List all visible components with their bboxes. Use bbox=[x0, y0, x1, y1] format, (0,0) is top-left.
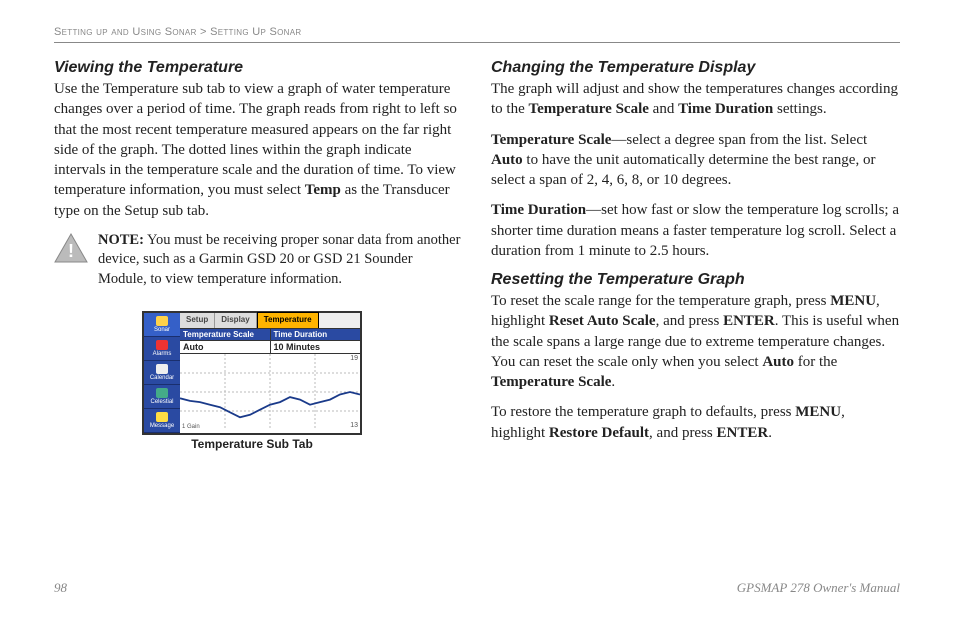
right-column: Changing the Temperature Display The gra… bbox=[491, 53, 900, 453]
para-time-duration: Time Duration—set how fast or slow the t… bbox=[491, 200, 900, 261]
heading-viewing-temp: Viewing the Temperature bbox=[54, 59, 463, 77]
field-temp-scale[interactable]: Temperature Scale Auto bbox=[180, 329, 271, 353]
heading-resetting-graph: Resetting the Temperature Graph bbox=[491, 271, 900, 289]
sidebar-item-message[interactable]: Message bbox=[144, 409, 180, 433]
para-restore-default: To restore the temperature graph to defa… bbox=[491, 402, 900, 443]
page-number: 98 bbox=[54, 580, 67, 596]
device-figure: Sonar Alarms Calendar Celestial Message … bbox=[142, 311, 463, 451]
temperature-graph: 19 13 1 Gain bbox=[180, 354, 360, 430]
svg-text:!: ! bbox=[68, 241, 74, 261]
device-tabs: Setup Display Temperature bbox=[180, 313, 360, 329]
tab-setup[interactable]: Setup bbox=[180, 313, 215, 328]
x-axis-label: 1 Gain bbox=[182, 424, 200, 430]
device-screenshot: Sonar Alarms Calendar Celestial Message … bbox=[142, 311, 362, 435]
sidebar-item-celestial[interactable]: Celestial bbox=[144, 385, 180, 409]
figure-caption: Temperature Sub Tab bbox=[142, 437, 362, 451]
note-block: ! NOTE: You must be receiving proper son… bbox=[54, 231, 463, 300]
device-sidebar: Sonar Alarms Calendar Celestial Message bbox=[144, 313, 180, 433]
manual-title: GPSMAP 278 Owner's Manual bbox=[737, 580, 900, 596]
para-viewing-temp: Use the Temperature sub tab to view a gr… bbox=[54, 79, 463, 221]
sidebar-item-sonar[interactable]: Sonar bbox=[144, 313, 180, 337]
left-column: Viewing the Temperature Use the Temperat… bbox=[54, 53, 463, 453]
note-text: NOTE: You must be receiving proper sonar… bbox=[98, 231, 463, 290]
breadcrumb-page: Setting Up Sonar bbox=[210, 26, 301, 38]
warning-icon: ! bbox=[54, 233, 88, 263]
para-change-intro: The graph will adjust and show the tempe… bbox=[491, 79, 900, 120]
page-footer: 98 GPSMAP 278 Owner's Manual bbox=[54, 580, 900, 596]
field-time-duration[interactable]: Time Duration 10 Minutes bbox=[271, 329, 361, 353]
sidebar-item-alarms[interactable]: Alarms bbox=[144, 337, 180, 361]
tab-display[interactable]: Display bbox=[215, 313, 256, 328]
tab-temperature[interactable]: Temperature bbox=[257, 312, 319, 328]
heading-changing-display: Changing the Temperature Display bbox=[491, 59, 900, 77]
sidebar-item-calendar[interactable]: Calendar bbox=[144, 361, 180, 385]
para-reset-scale: To reset the scale range for the tempera… bbox=[491, 291, 900, 392]
breadcrumb: Setting up and Using Sonar > Setting Up … bbox=[54, 26, 900, 43]
para-temp-scale: Temperature Scale—select a degree span f… bbox=[491, 130, 900, 191]
breadcrumb-section: Setting up and Using Sonar bbox=[54, 26, 197, 38]
